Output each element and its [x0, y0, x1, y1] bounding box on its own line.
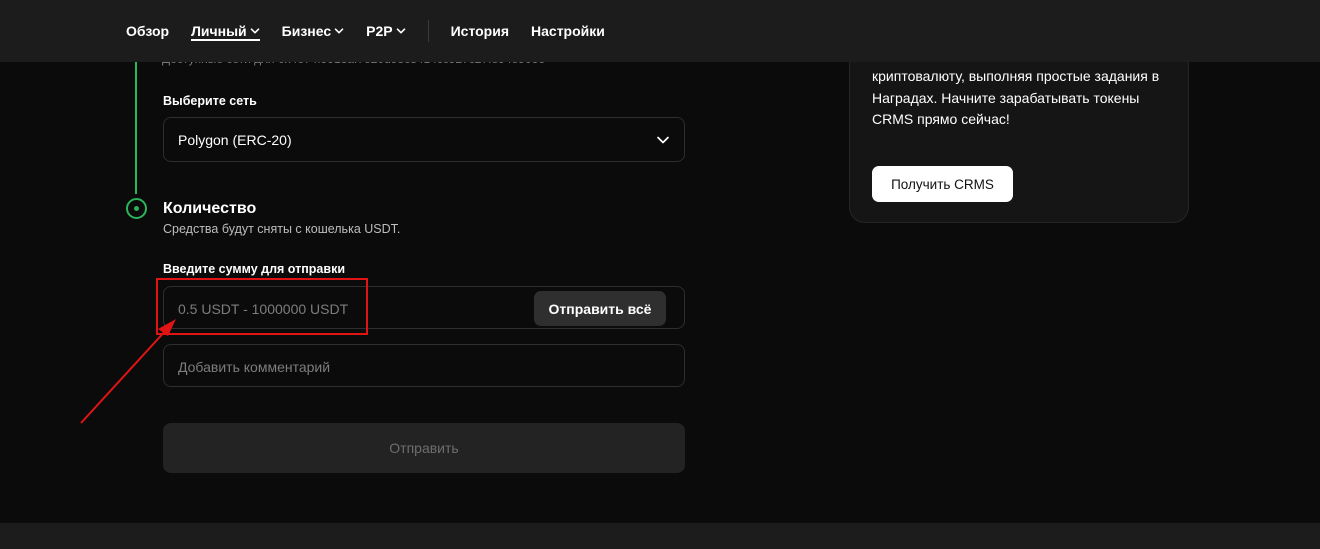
nav-item-business[interactable]: Бизнес [282, 0, 344, 62]
nav-item-label: Личный [191, 23, 247, 39]
comment-field [163, 344, 685, 387]
amount-step-title: Количество [163, 200, 257, 217]
get-crms-button[interactable]: Получить CRMS [872, 166, 1013, 202]
network-label: Выберите сеть [163, 94, 257, 108]
promo-text: криптовалюту, выполняя простые задания в… [872, 68, 1160, 127]
nav-item-history[interactable]: История [451, 0, 509, 62]
nav-item-label: Обзор [126, 23, 170, 39]
send-all-button[interactable]: Отправить всё [534, 291, 666, 326]
nav-item-overview[interactable]: Обзор [126, 0, 169, 62]
amount-field: Отправить всё [163, 286, 685, 329]
comment-input[interactable] [178, 357, 668, 377]
nav-item-label: История [450, 23, 510, 39]
nav-item-settings[interactable]: Настройки [531, 0, 605, 62]
network-select[interactable]: Polygon (ERC-20) [163, 117, 685, 162]
chevron-down-icon [334, 28, 344, 34]
top-navigation: Обзор Личный Бизнес P2P История Настройк… [0, 0, 1320, 62]
nav-menu: Обзор Личный Бизнес P2P История Настройк… [126, 0, 627, 62]
nav-item-p2p[interactable]: P2P [366, 0, 405, 62]
network-selected-value: Polygon (ERC-20) [178, 131, 292, 148]
step-indicator-icon [126, 198, 147, 219]
nav-item-label: P2P [366, 23, 393, 39]
nav-item-label: Настройки [531, 23, 605, 39]
chevron-down-icon [657, 136, 669, 143]
nav-item-personal[interactable]: Личный [191, 0, 260, 62]
nav-divider [427, 20, 429, 42]
amount-step-subtitle: Средства будут сняты с кошелька USDT. [163, 222, 401, 236]
stepper-line [135, 62, 137, 194]
chevron-down-icon [396, 28, 405, 34]
chevron-down-icon [250, 28, 259, 34]
amount-input[interactable] [178, 299, 518, 319]
submit-button[interactable]: Отправить [163, 423, 685, 473]
nav-item-label: Бизнес [281, 23, 332, 39]
footer-strip [0, 523, 1320, 549]
amount-label: Введите сумму для отправки [163, 262, 346, 276]
